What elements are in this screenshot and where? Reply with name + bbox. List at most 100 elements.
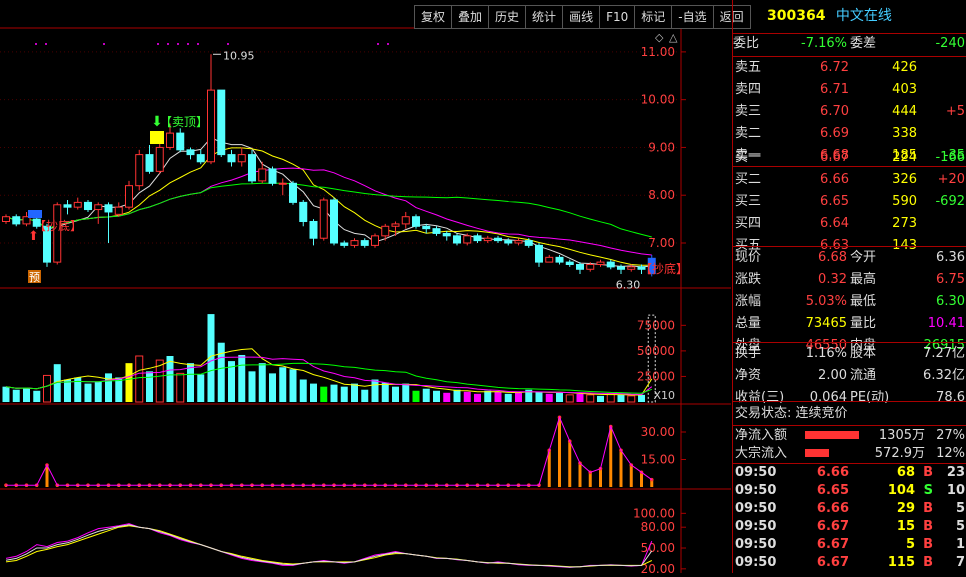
tick-price: 6.67 bbox=[816, 537, 849, 552]
volume-bar bbox=[556, 392, 563, 402]
candle-body bbox=[84, 201, 92, 211]
toolbar-button-2[interactable]: 历史 bbox=[488, 5, 526, 29]
volume-bar bbox=[351, 383, 358, 402]
candle-body bbox=[606, 261, 615, 268]
weibi-label: 委比 bbox=[733, 36, 760, 51]
candle-body bbox=[155, 146, 164, 172]
bid-row: 买一 6.67 224 -166 bbox=[733, 147, 966, 169]
ask-price: 6.72 bbox=[820, 60, 849, 75]
volume-bar bbox=[576, 393, 584, 402]
bid-change: +20 bbox=[937, 172, 965, 187]
toolbar-button-1[interactable]: 叠加 bbox=[451, 5, 489, 29]
volume-bar bbox=[443, 392, 451, 402]
stat-label: 现价 bbox=[735, 250, 762, 265]
toolbar-button-4[interactable]: 画线 bbox=[562, 5, 600, 29]
toolbar-button-0[interactable]: 复权 bbox=[414, 5, 452, 29]
ask-price: 6.71 bbox=[820, 82, 849, 97]
tick-price: 6.65 bbox=[816, 483, 849, 498]
tick-count: 5 bbox=[955, 519, 965, 534]
signal-dot bbox=[187, 43, 189, 45]
candle-body bbox=[545, 256, 554, 263]
volume-bar bbox=[12, 389, 20, 402]
toolbar-button-6[interactable]: 标记 bbox=[634, 5, 672, 29]
volume-bar bbox=[135, 355, 144, 403]
sell-top-label: 【卖顶】 bbox=[160, 115, 208, 129]
volume-bar bbox=[361, 389, 369, 402]
tick-time: 09:50 bbox=[735, 465, 777, 480]
candle-body bbox=[596, 261, 605, 266]
bid-volume: 273 bbox=[892, 216, 917, 231]
ask-label: 卖四 bbox=[735, 82, 762, 97]
bid-row: 买三 6.65 590 -692 bbox=[733, 191, 966, 213]
volume-bar bbox=[627, 395, 636, 403]
diamond-icon: ◇ bbox=[655, 31, 664, 44]
volume-bar bbox=[453, 389, 461, 402]
candle-body bbox=[299, 201, 308, 222]
stat-row: 涨幅 5.03% 最低 6.30 bbox=[733, 291, 966, 313]
candle-body bbox=[278, 182, 287, 185]
candle-body bbox=[176, 132, 185, 151]
bid-price: 6.66 bbox=[820, 172, 849, 187]
stat-value: 6.36 bbox=[936, 250, 965, 265]
volume-tick-label: 25000 bbox=[637, 369, 675, 383]
volume-bar bbox=[217, 342, 225, 402]
candle-body bbox=[330, 199, 338, 244]
volume-bar bbox=[371, 379, 379, 402]
candle-body bbox=[135, 154, 144, 187]
tick-count: 5 bbox=[955, 501, 965, 516]
tick-volume: 15 bbox=[896, 519, 915, 534]
ask-label: 卖三 bbox=[735, 104, 762, 119]
candle-body bbox=[2, 216, 10, 223]
tick-side: B bbox=[923, 519, 933, 534]
volume-bar bbox=[43, 374, 51, 403]
stat-value: 6.30 bbox=[936, 294, 965, 309]
toolbar-button-5[interactable]: F10 bbox=[599, 5, 635, 29]
toolbar-button-3[interactable]: 统计 bbox=[525, 5, 563, 29]
candle-body bbox=[442, 232, 451, 237]
weicha-value: -240 bbox=[935, 36, 965, 51]
tick-row: 09:50 6.66 29 B 5 bbox=[733, 500, 966, 518]
signal-dot bbox=[103, 43, 105, 45]
candle-body bbox=[350, 240, 359, 246]
stock-title: 300364 中文在线 bbox=[733, 0, 966, 34]
volume-bar bbox=[289, 369, 297, 402]
bid-price: 6.67 bbox=[820, 150, 849, 165]
toolbar-button-7[interactable]: -自选 bbox=[671, 5, 713, 29]
stock-name: 中文在线 bbox=[835, 8, 892, 24]
volume-bar bbox=[320, 386, 328, 402]
ask-change: +5 bbox=[945, 104, 965, 119]
candle-body bbox=[576, 264, 584, 270]
bid-volume: 326 bbox=[892, 172, 917, 187]
stat-label: 最高 bbox=[850, 272, 877, 287]
stat-row: 涨跌 0.32 最高 6.75 bbox=[733, 269, 966, 291]
chart-toolbar: 复权 叠加 历史 统计 画线 F10 标记 -自选 返回 bbox=[414, 5, 751, 29]
volume-bar bbox=[565, 394, 574, 403]
flow-tick-label: 15.00 bbox=[641, 453, 675, 467]
bid-label: 买四 bbox=[735, 216, 762, 231]
ask-label: 卖二 bbox=[735, 126, 762, 141]
tick-side: B bbox=[923, 537, 933, 552]
candle-body bbox=[268, 168, 277, 184]
volume-bar bbox=[310, 383, 317, 402]
signal-dot bbox=[177, 43, 179, 45]
chart-area[interactable]: ◇ △ 11.00 10.00 9.00 8.00 7.00 75000 50000 25000 3… bbox=[0, 0, 731, 576]
volume-bar bbox=[23, 387, 30, 402]
candle-body bbox=[237, 154, 246, 163]
bid-label: 买一 bbox=[735, 150, 762, 165]
candle-body bbox=[309, 221, 318, 239]
kline-chart[interactable]: ◇ △11.0010.009.008.007.007500050000250003… bbox=[0, 0, 731, 576]
volume-bar bbox=[515, 392, 522, 402]
fund-value: 7.27亿 bbox=[923, 346, 965, 361]
volume-bar bbox=[125, 363, 133, 402]
candle-body bbox=[371, 235, 379, 246]
tick-price: 6.67 bbox=[816, 555, 849, 570]
low-label: 6.30 bbox=[616, 278, 641, 291]
candle-body bbox=[555, 256, 564, 263]
candle-body bbox=[524, 240, 533, 246]
candle-body bbox=[617, 266, 625, 270]
fund-row: 净资 2.00 流通 6.32亿 bbox=[733, 365, 966, 387]
volume-ma10-line bbox=[5, 356, 653, 396]
volume-bar bbox=[299, 379, 307, 402]
signal-dot bbox=[197, 43, 199, 45]
candle-body bbox=[565, 261, 574, 266]
